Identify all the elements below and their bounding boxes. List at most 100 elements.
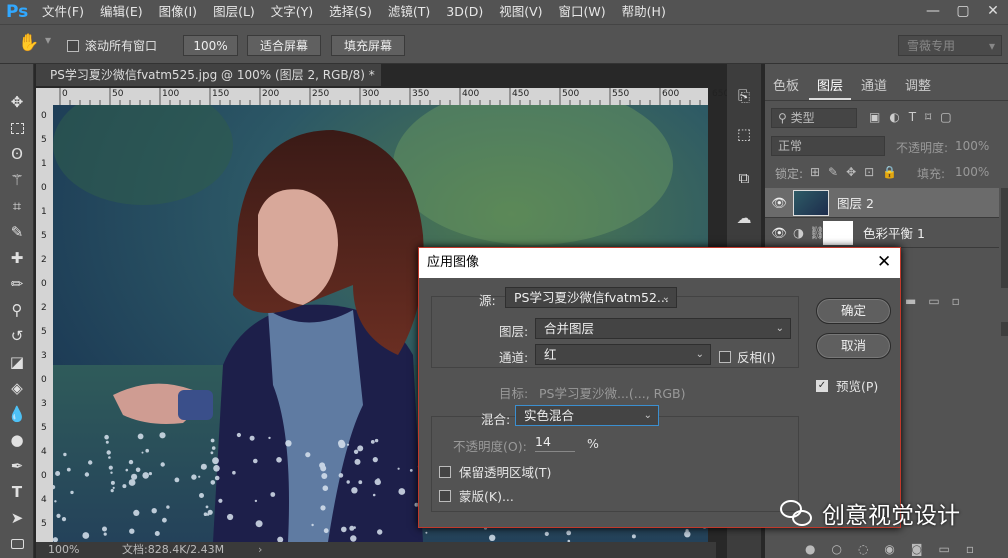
mask-option[interactable]: 蒙版(K)...: [439, 486, 514, 505]
eraser-tool-icon[interactable]: ◪: [0, 350, 34, 374]
creative-cloud-icon[interactable]: ☁: [729, 204, 759, 232]
mask-checkbox[interactable]: [439, 489, 451, 502]
ruler-vertical[interactable]: 051015202530354045: [36, 105, 53, 542]
properties-panel-icon[interactable]: ⧉: [729, 164, 759, 192]
fill-screen-button[interactable]: 填充屏幕: [331, 35, 405, 56]
close-icon[interactable]: ✕: [877, 252, 891, 272]
ok-button[interactable]: 确定: [816, 298, 891, 324]
preview-checkbox[interactable]: ✓: [816, 379, 828, 392]
lasso-tool-icon[interactable]: ʘ: [0, 142, 34, 166]
ruler-tick-label: 250: [312, 89, 330, 99]
cancel-button[interactable]: 取消: [816, 333, 891, 359]
source-select[interactable]: PS学习夏沙微信fvatm52... ⌄: [505, 287, 677, 308]
ruler-tick-label: 0: [41, 279, 47, 289]
history-panel-icon[interactable]: ⎘: [729, 82, 759, 110]
type-tool-icon[interactable]: T: [0, 480, 34, 504]
ruler-tick-label: 300: [362, 89, 380, 99]
blending-label: 混合:: [481, 412, 511, 427]
crop-tool-icon[interactable]: ⌗: [0, 194, 34, 218]
menu-view[interactable]: 视图(V): [491, 0, 550, 24]
rectangle-tool-icon[interactable]: [0, 532, 34, 556]
invert-option[interactable]: 反相(I): [719, 347, 775, 366]
document-tab[interactable]: PS学习夏沙微信fvatm525.jpg @ 100% (图层 2, RGB/8…: [36, 64, 381, 86]
minimize-button[interactable]: —: [918, 0, 948, 22]
ruler-tick-label: 4: [41, 447, 47, 457]
flower-dot: [544, 531, 549, 536]
ruler-tick-label: 550: [612, 89, 630, 99]
workspace-select[interactable]: 雪薇专用 ▾: [898, 35, 1002, 56]
eyedropper-tool-icon[interactable]: ✎: [0, 220, 34, 244]
menu-3d[interactable]: 3D(D): [438, 0, 491, 24]
menu-layer[interactable]: 图层(L): [205, 0, 263, 24]
move-tool-icon[interactable]: ✥: [0, 90, 34, 114]
preserve-transparency-option[interactable]: 保留透明区域(T): [439, 462, 551, 481]
tab-channels[interactable]: 通道: [853, 74, 895, 100]
tab-swatches[interactable]: 色板: [765, 74, 807, 100]
channel-select[interactable]: 红 ⌄: [535, 344, 711, 365]
menu-file[interactable]: 文件(F): [34, 0, 92, 24]
blend-mode-select[interactable]: 正常: [771, 136, 885, 156]
tools-panel: ✥ ʘ ⚚ ⌗ ✎ ✚ ✏ ⚲ ↺ ◪ ◈ 💧 ● ✒ T ➤: [0, 64, 34, 558]
eye-icon[interactable]: 👁: [765, 195, 793, 211]
menu-window[interactable]: 窗口(W): [551, 0, 614, 24]
blur-tool-icon[interactable]: 💧: [0, 402, 34, 426]
flower-dot: [353, 526, 356, 529]
layer-name: 图层 2: [837, 196, 874, 211]
maximize-button[interactable]: ▢: [948, 0, 978, 22]
3d-panel-icon[interactable]: ⬚: [729, 120, 759, 148]
flower-dot: [425, 531, 428, 534]
clone-stamp-tool-icon[interactable]: ⚲: [0, 298, 34, 322]
channel-footer-icons[interactable]: ●○◌◉◙▭▫: [805, 542, 990, 556]
scroll-all-windows-option[interactable]: 滚动所有窗口: [67, 37, 157, 54]
flower-dot: [285, 440, 292, 447]
layers-scrollbar[interactable]: [1001, 188, 1008, 288]
menu-image[interactable]: 图像(I): [151, 0, 205, 24]
panel-scrollbar[interactable]: [1001, 322, 1008, 336]
status-zoom[interactable]: 100%: [48, 542, 79, 558]
flower-dot: [110, 480, 115, 485]
scroll-all-checkbox[interactable]: [67, 39, 79, 52]
opacity-value[interactable]: 100%: [955, 139, 989, 153]
menu-type[interactable]: 文字(Y): [263, 0, 321, 24]
layer-footer-icons[interactable]: ▬▭▫: [905, 294, 972, 308]
marquee-tool-icon[interactable]: [0, 116, 34, 140]
pen-tool-icon[interactable]: ✒: [0, 454, 34, 478]
fit-screen-button[interactable]: 适合屏幕: [247, 35, 321, 56]
magic-wand-tool-icon[interactable]: ⚚: [0, 168, 34, 192]
healing-brush-tool-icon[interactable]: ✚: [0, 246, 34, 270]
ruler-horizontal[interactable]: 0 50 100 150 200 250 300 350 400 450 500 550 600 650: [36, 88, 729, 105]
ruler-tick-label: 1: [41, 207, 47, 217]
fill-value[interactable]: 100%: [955, 165, 989, 179]
status-bar: 100% 文档:828.4K/2.43M ›: [36, 542, 716, 558]
paint-bucket-tool-icon[interactable]: ◈: [0, 376, 34, 400]
zoom-100-button[interactable]: 100%: [183, 35, 238, 56]
close-window-button[interactable]: ✕: [978, 0, 1008, 22]
tab-layers[interactable]: 图层: [809, 74, 852, 100]
preview-option[interactable]: ✓ 预览(P): [816, 376, 878, 395]
layer-row[interactable]: 👁 ◑ ⛓ 色彩平衡 1: [765, 218, 999, 248]
brush-tool-icon[interactable]: ✏: [0, 272, 34, 296]
flower-dot: [254, 499, 258, 503]
preserve-transparency-checkbox[interactable]: [439, 465, 451, 478]
tab-adjustments[interactable]: 调整: [897, 74, 939, 100]
search-icon: ⚲: [778, 111, 787, 125]
eye-icon[interactable]: 👁: [765, 225, 793, 241]
opacity-input[interactable]: 14: [535, 434, 575, 452]
layer-filter-icons[interactable]: ▣◐T⌑▢: [869, 110, 961, 124]
invert-checkbox[interactable]: [719, 350, 731, 363]
menu-filter[interactable]: 滤镜(T): [380, 0, 438, 24]
lock-icons[interactable]: ⊞✎✥⊡🔒: [810, 165, 905, 179]
layer-select[interactable]: 合并图层 ⌄: [535, 318, 791, 339]
menu-help[interactable]: 帮助(H): [614, 0, 674, 24]
layer-row[interactable]: 👁 图层 2: [765, 188, 999, 218]
menu-select[interactable]: 选择(S): [321, 0, 380, 24]
blending-select[interactable]: 实色混合 ⌄: [515, 405, 659, 426]
tool-preset-chevron-icon[interactable]: ▾: [45, 33, 51, 47]
status-menu-arrow-icon[interactable]: ›: [258, 542, 262, 558]
flower-dot: [106, 450, 111, 455]
history-brush-tool-icon[interactable]: ↺: [0, 324, 34, 348]
dodge-tool-icon[interactable]: ●: [0, 428, 34, 452]
menu-edit[interactable]: 编辑(E): [92, 0, 151, 24]
layer-kind-filter[interactable]: ⚲ 类型: [771, 108, 857, 128]
path-selection-tool-icon[interactable]: ➤: [0, 506, 34, 530]
